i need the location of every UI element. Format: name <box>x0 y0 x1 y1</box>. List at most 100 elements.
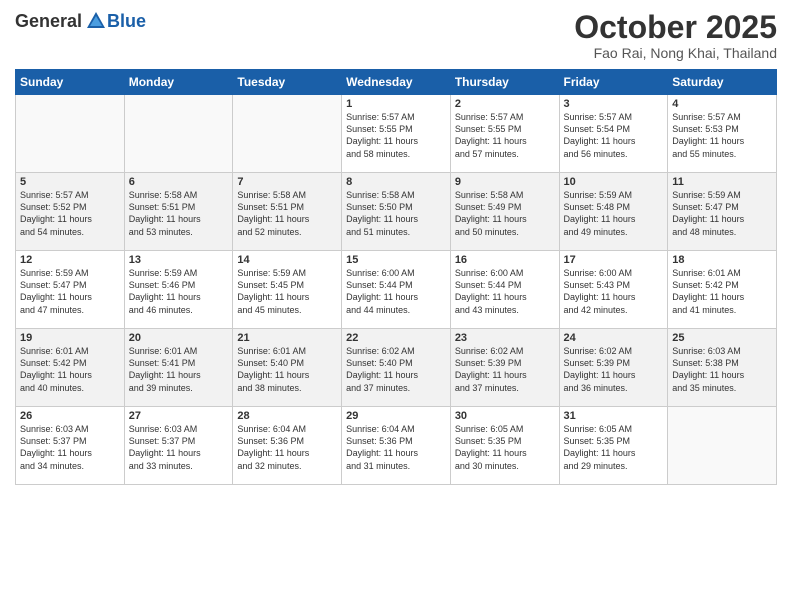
calendar-cell: 28Sunrise: 6:04 AMSunset: 5:36 PMDayligh… <box>233 407 342 485</box>
calendar-cell: 8Sunrise: 5:58 AMSunset: 5:50 PMDaylight… <box>342 173 451 251</box>
day-number: 16 <box>455 254 555 266</box>
day-number: 23 <box>455 332 555 344</box>
calendar-cell: 30Sunrise: 6:05 AMSunset: 5:35 PMDayligh… <box>450 407 559 485</box>
cell-details: Sunrise: 5:57 AMSunset: 5:53 PMDaylight:… <box>672 111 772 160</box>
cell-details: Sunrise: 5:58 AMSunset: 5:51 PMDaylight:… <box>129 189 229 238</box>
day-number: 1 <box>346 98 446 110</box>
day-number: 29 <box>346 410 446 422</box>
day-number: 17 <box>564 254 664 266</box>
day-number: 4 <box>672 98 772 110</box>
calendar-cell: 20Sunrise: 6:01 AMSunset: 5:41 PMDayligh… <box>124 329 233 407</box>
calendar-cell: 27Sunrise: 6:03 AMSunset: 5:37 PMDayligh… <box>124 407 233 485</box>
day-number: 3 <box>564 98 664 110</box>
day-number: 14 <box>237 254 337 266</box>
day-number: 28 <box>237 410 337 422</box>
cell-details: Sunrise: 5:59 AMSunset: 5:46 PMDaylight:… <box>129 267 229 316</box>
calendar-cell: 21Sunrise: 6:01 AMSunset: 5:40 PMDayligh… <box>233 329 342 407</box>
weekday-header-friday: Friday <box>559 70 668 95</box>
calendar-cell: 17Sunrise: 6:00 AMSunset: 5:43 PMDayligh… <box>559 251 668 329</box>
calendar-cell: 16Sunrise: 6:00 AMSunset: 5:44 PMDayligh… <box>450 251 559 329</box>
calendar-cell: 24Sunrise: 6:02 AMSunset: 5:39 PMDayligh… <box>559 329 668 407</box>
cell-details: Sunrise: 6:04 AMSunset: 5:36 PMDaylight:… <box>237 423 337 472</box>
cell-details: Sunrise: 5:57 AMSunset: 5:55 PMDaylight:… <box>455 111 555 160</box>
calendar-cell: 3Sunrise: 5:57 AMSunset: 5:54 PMDaylight… <box>559 95 668 173</box>
calendar-cell: 31Sunrise: 6:05 AMSunset: 5:35 PMDayligh… <box>559 407 668 485</box>
cell-details: Sunrise: 5:57 AMSunset: 5:54 PMDaylight:… <box>564 111 664 160</box>
cell-details: Sunrise: 5:59 AMSunset: 5:48 PMDaylight:… <box>564 189 664 238</box>
weekday-header-wednesday: Wednesday <box>342 70 451 95</box>
day-number: 21 <box>237 332 337 344</box>
cell-details: Sunrise: 6:00 AMSunset: 5:43 PMDaylight:… <box>564 267 664 316</box>
weekday-header-thursday: Thursday <box>450 70 559 95</box>
calendar-cell: 26Sunrise: 6:03 AMSunset: 5:37 PMDayligh… <box>16 407 125 485</box>
header: General Blue October 2025 Fao Rai, Nong … <box>15 10 777 61</box>
cell-details: Sunrise: 6:02 AMSunset: 5:39 PMDaylight:… <box>564 345 664 394</box>
weekday-header-tuesday: Tuesday <box>233 70 342 95</box>
calendar-cell: 19Sunrise: 6:01 AMSunset: 5:42 PMDayligh… <box>16 329 125 407</box>
calendar-week-row: 12Sunrise: 5:59 AMSunset: 5:47 PMDayligh… <box>16 251 777 329</box>
calendar-table: SundayMondayTuesdayWednesdayThursdayFrid… <box>15 69 777 485</box>
logo-area: General Blue <box>15 10 146 32</box>
calendar-cell: 9Sunrise: 5:58 AMSunset: 5:49 PMDaylight… <box>450 173 559 251</box>
title-area: October 2025 Fao Rai, Nong Khai, Thailan… <box>574 10 777 61</box>
calendar-cell <box>233 95 342 173</box>
calendar-cell: 12Sunrise: 5:59 AMSunset: 5:47 PMDayligh… <box>16 251 125 329</box>
calendar-week-row: 5Sunrise: 5:57 AMSunset: 5:52 PMDaylight… <box>16 173 777 251</box>
logo-general-text: General <box>15 11 82 32</box>
day-number: 10 <box>564 176 664 188</box>
cell-details: Sunrise: 5:59 AMSunset: 5:47 PMDaylight:… <box>672 189 772 238</box>
day-number: 9 <box>455 176 555 188</box>
day-number: 12 <box>20 254 120 266</box>
day-number: 19 <box>20 332 120 344</box>
day-number: 27 <box>129 410 229 422</box>
location-title: Fao Rai, Nong Khai, Thailand <box>574 45 777 61</box>
cell-details: Sunrise: 5:59 AMSunset: 5:47 PMDaylight:… <box>20 267 120 316</box>
calendar-cell: 4Sunrise: 5:57 AMSunset: 5:53 PMDaylight… <box>668 95 777 173</box>
day-number: 6 <box>129 176 229 188</box>
calendar-cell: 6Sunrise: 5:58 AMSunset: 5:51 PMDaylight… <box>124 173 233 251</box>
cell-details: Sunrise: 5:58 AMSunset: 5:51 PMDaylight:… <box>237 189 337 238</box>
day-number: 31 <box>564 410 664 422</box>
cell-details: Sunrise: 6:05 AMSunset: 5:35 PMDaylight:… <box>455 423 555 472</box>
day-number: 7 <box>237 176 337 188</box>
day-number: 26 <box>20 410 120 422</box>
calendar-cell: 15Sunrise: 6:00 AMSunset: 5:44 PMDayligh… <box>342 251 451 329</box>
day-number: 18 <box>672 254 772 266</box>
day-number: 30 <box>455 410 555 422</box>
logo-blue-text: Blue <box>107 11 146 32</box>
cell-details: Sunrise: 6:05 AMSunset: 5:35 PMDaylight:… <box>564 423 664 472</box>
calendar-cell: 11Sunrise: 5:59 AMSunset: 5:47 PMDayligh… <box>668 173 777 251</box>
calendar-cell: 2Sunrise: 5:57 AMSunset: 5:55 PMDaylight… <box>450 95 559 173</box>
cell-details: Sunrise: 6:04 AMSunset: 5:36 PMDaylight:… <box>346 423 446 472</box>
day-number: 22 <box>346 332 446 344</box>
day-number: 15 <box>346 254 446 266</box>
cell-details: Sunrise: 5:57 AMSunset: 5:55 PMDaylight:… <box>346 111 446 160</box>
page: General Blue October 2025 Fao Rai, Nong … <box>0 0 792 612</box>
calendar-cell: 14Sunrise: 5:59 AMSunset: 5:45 PMDayligh… <box>233 251 342 329</box>
calendar-cell: 25Sunrise: 6:03 AMSunset: 5:38 PMDayligh… <box>668 329 777 407</box>
calendar-cell: 10Sunrise: 5:59 AMSunset: 5:48 PMDayligh… <box>559 173 668 251</box>
cell-details: Sunrise: 6:01 AMSunset: 5:42 PMDaylight:… <box>20 345 120 394</box>
calendar-cell <box>668 407 777 485</box>
calendar-cell: 7Sunrise: 5:58 AMSunset: 5:51 PMDaylight… <box>233 173 342 251</box>
day-number: 25 <box>672 332 772 344</box>
day-number: 13 <box>129 254 229 266</box>
day-number: 5 <box>20 176 120 188</box>
calendar-cell: 22Sunrise: 6:02 AMSunset: 5:40 PMDayligh… <box>342 329 451 407</box>
cell-details: Sunrise: 6:02 AMSunset: 5:40 PMDaylight:… <box>346 345 446 394</box>
cell-details: Sunrise: 5:58 AMSunset: 5:49 PMDaylight:… <box>455 189 555 238</box>
calendar-cell: 23Sunrise: 6:02 AMSunset: 5:39 PMDayligh… <box>450 329 559 407</box>
cell-details: Sunrise: 6:03 AMSunset: 5:37 PMDaylight:… <box>20 423 120 472</box>
logo-icon <box>85 10 107 32</box>
calendar-cell: 29Sunrise: 6:04 AMSunset: 5:36 PMDayligh… <box>342 407 451 485</box>
calendar-cell: 13Sunrise: 5:59 AMSunset: 5:46 PMDayligh… <box>124 251 233 329</box>
cell-details: Sunrise: 6:00 AMSunset: 5:44 PMDaylight:… <box>455 267 555 316</box>
cell-details: Sunrise: 6:00 AMSunset: 5:44 PMDaylight:… <box>346 267 446 316</box>
day-number: 24 <box>564 332 664 344</box>
logo: General Blue <box>15 10 146 32</box>
cell-details: Sunrise: 6:02 AMSunset: 5:39 PMDaylight:… <box>455 345 555 394</box>
calendar-cell <box>124 95 233 173</box>
day-number: 11 <box>672 176 772 188</box>
cell-details: Sunrise: 5:59 AMSunset: 5:45 PMDaylight:… <box>237 267 337 316</box>
day-number: 2 <box>455 98 555 110</box>
